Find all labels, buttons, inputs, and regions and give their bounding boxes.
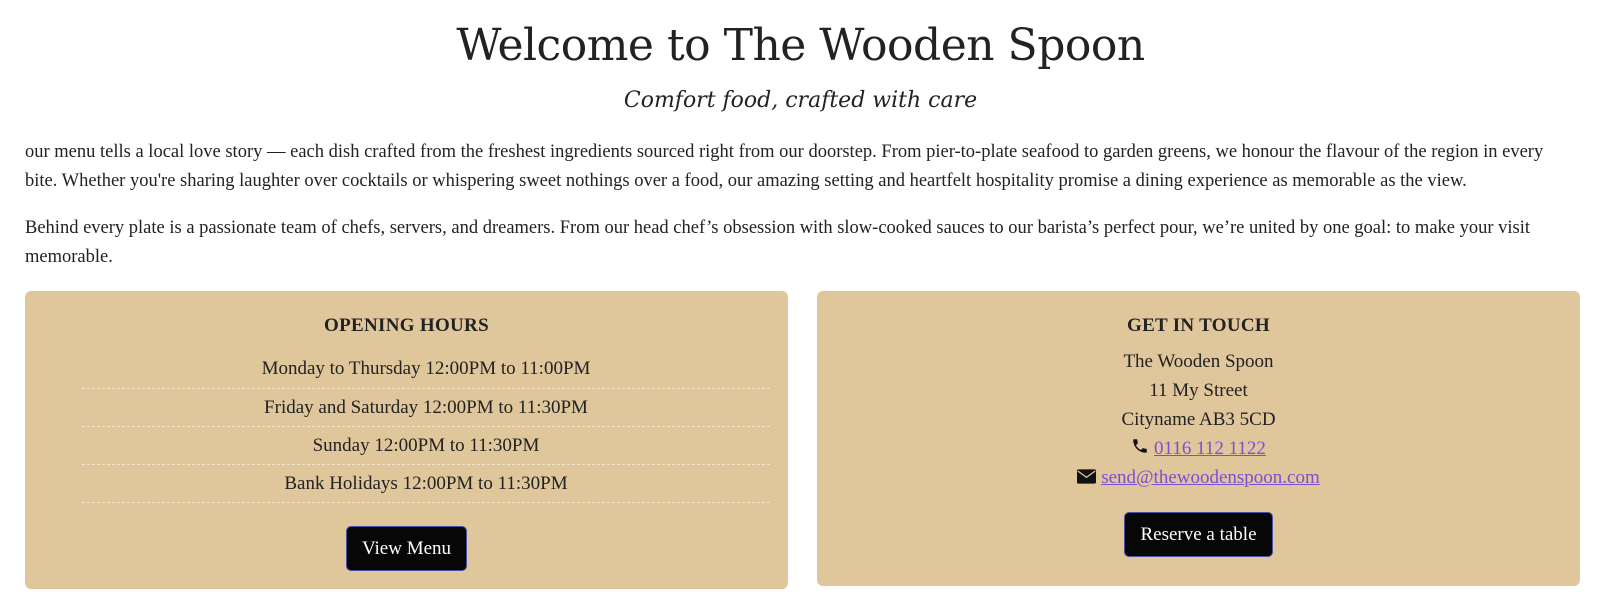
intro-paragraph-1: our menu tells a local love story — each… bbox=[25, 142, 1544, 191]
hours-row: Bank Holidays 12:00PM to 11:30PM bbox=[82, 465, 770, 503]
phone-link[interactable]: 0116 112 1122 bbox=[1154, 438, 1266, 459]
hours-row: Monday to Thursday 12:00PM to 11:00PM bbox=[82, 350, 770, 389]
contact-title: GET IN TOUCH bbox=[1127, 315, 1270, 336]
email-line: send@thewoodenspoon.com bbox=[817, 463, 1580, 492]
opening-hours-title: OPENING HOURS bbox=[324, 315, 489, 336]
opening-hours-card: OPENING HOURS Monday to Thursday 12:00PM… bbox=[25, 291, 788, 589]
contact-card: GET IN TOUCH The Wooden Spoon 11 My Stre… bbox=[817, 291, 1580, 586]
reserve-table-button[interactable]: Reserve a table bbox=[1124, 512, 1273, 557]
page: Welcome to The Wooden Spoon Comfort food… bbox=[0, 0, 1601, 597]
hours-row: Sunday 12:00PM to 11:30PM bbox=[82, 427, 770, 465]
page-title: Welcome to The Wooden Spoon bbox=[456, 20, 1145, 71]
view-menu-button[interactable]: View Menu bbox=[346, 526, 467, 571]
contact-details: The Wooden Spoon 11 My Street Cityname A… bbox=[817, 347, 1580, 492]
phone-line: 0116 112 1122 bbox=[817, 434, 1580, 463]
hours-row: Friday and Saturday 12:00PM to 11:30PM bbox=[82, 389, 770, 427]
business-name: The Wooden Spoon bbox=[1123, 351, 1274, 372]
city-postcode: Cityname AB3 5CD bbox=[1121, 409, 1276, 430]
tagline: Comfort food, crafted with care bbox=[623, 88, 978, 113]
envelope-icon bbox=[1077, 464, 1097, 493]
opening-hours-list: Monday to Thursday 12:00PM to 11:00PM Fr… bbox=[82, 350, 770, 503]
intro-paragraph-2: Behind every plate is a passionate team … bbox=[25, 218, 1531, 267]
street-address: 11 My Street bbox=[1149, 380, 1248, 401]
email-link[interactable]: send@thewoodenspoon.com bbox=[1101, 467, 1320, 488]
phone-icon bbox=[1131, 435, 1149, 464]
